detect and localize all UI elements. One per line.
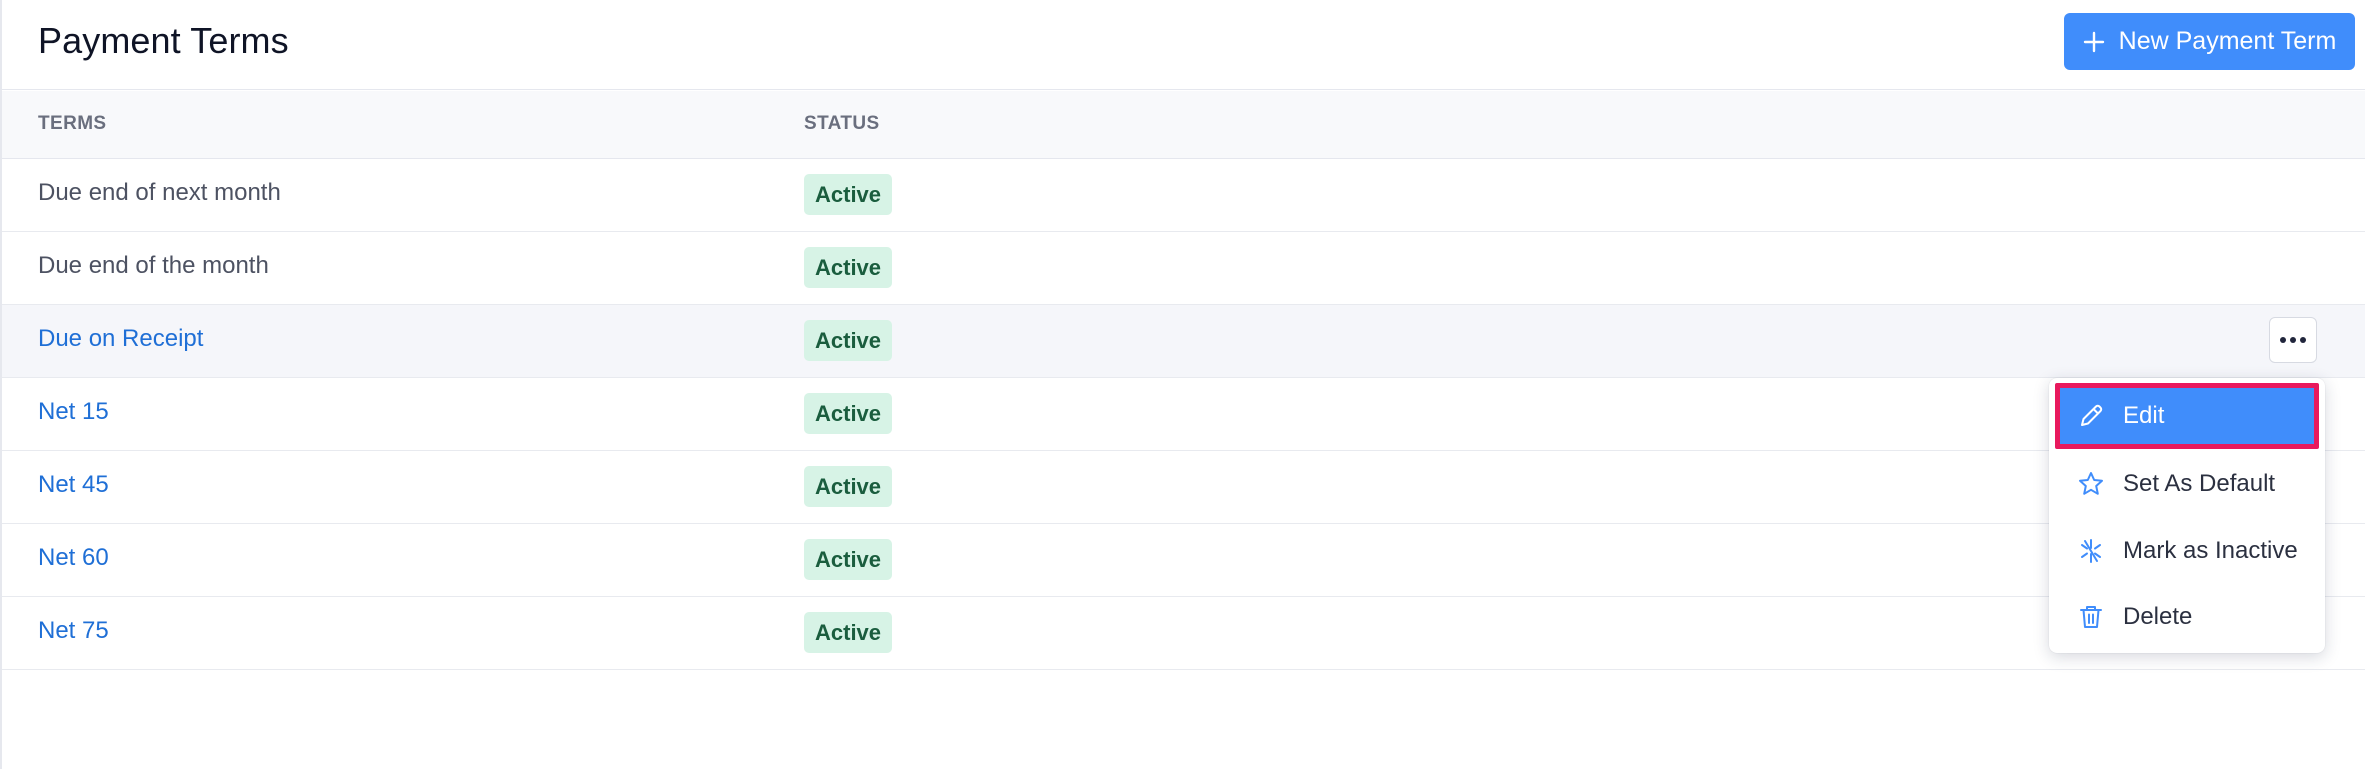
menu-item-set-default[interactable]: Set As Default <box>2055 451 2319 517</box>
table-row[interactable]: Net 60 Active <box>2 524 2365 597</box>
trash-icon <box>2077 603 2105 631</box>
column-header-terms: TERMS <box>38 113 107 134</box>
term-link[interactable]: Net 75 <box>38 617 109 645</box>
table-row[interactable]: Due end of next month Active <box>2 159 2365 232</box>
menu-item-label: Delete <box>2123 603 2193 630</box>
page-title: Payment Terms <box>38 20 289 61</box>
status-badge: Active <box>804 174 893 215</box>
plus-icon <box>2083 31 2104 52</box>
menu-item-label: Edit <box>2123 402 2165 429</box>
status-badge: Active <box>804 247 893 288</box>
term-link[interactable]: Net 60 <box>38 544 109 572</box>
menu-item-edit[interactable]: Edit <box>2055 383 2319 449</box>
row-actions-menu: Edit Set As Default Mark as Inactive Del… <box>2049 378 2325 653</box>
table-row[interactable]: Net 15 Active <box>2 378 2365 451</box>
term-link[interactable]: Due on Receipt <box>38 325 203 353</box>
table-row[interactable]: Net 75 Active <box>2 597 2365 670</box>
menu-item-label: Mark as Inactive <box>2123 537 2298 564</box>
menu-item-mark-inactive[interactable]: Mark as Inactive <box>2055 518 2319 584</box>
term-link[interactable]: Net 45 <box>38 471 109 499</box>
payment-terms-page: Payment Terms New Payment Term TERMS STA… <box>0 0 2365 769</box>
inactive-icon <box>2077 537 2105 565</box>
row-actions-button[interactable] <box>2269 317 2317 363</box>
more-horizontal-icon <box>2280 337 2306 343</box>
pencil-icon <box>2077 402 2105 430</box>
page-header: Payment Terms New Payment Term <box>2 0 2365 90</box>
new-payment-term-button[interactable]: New Payment Term <box>2064 13 2355 70</box>
column-header-status: STATUS <box>804 113 880 134</box>
status-badge: Active <box>804 393 893 434</box>
table-row[interactable]: Due end of the month Active <box>2 232 2365 305</box>
new-payment-term-label: New Payment Term <box>2118 27 2337 55</box>
term-name[interactable]: Due end of next month <box>38 179 281 207</box>
table-header: TERMS STATUS <box>2 91 2365 159</box>
term-link[interactable]: Net 15 <box>38 398 109 426</box>
star-icon <box>2077 470 2105 498</box>
status-badge: Active <box>804 612 893 653</box>
status-badge: Active <box>804 466 893 507</box>
status-badge: Active <box>804 320 893 361</box>
menu-item-delete[interactable]: Delete <box>2055 584 2319 650</box>
term-name[interactable]: Due end of the month <box>38 252 269 280</box>
menu-item-label: Set As Default <box>2123 470 2276 497</box>
table-row[interactable]: Net 45 Active <box>2 451 2365 524</box>
status-badge: Active <box>804 539 893 580</box>
table-row[interactable]: Due on Receipt Active <box>2 305 2365 378</box>
